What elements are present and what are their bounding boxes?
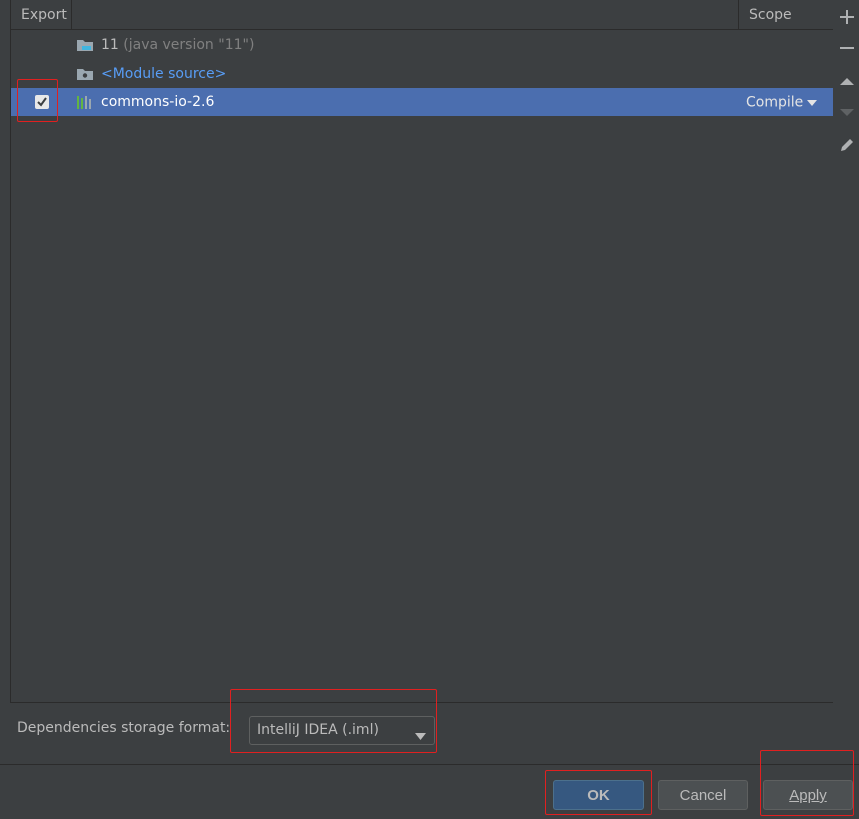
- move-down-icon[interactable]: [837, 102, 857, 122]
- remove-icon[interactable]: [837, 38, 857, 58]
- jdk-folder-icon: [76, 37, 94, 53]
- scope-dropdown[interactable]: Compile: [746, 88, 818, 118]
- highlight-box-apply-button: [760, 750, 854, 816]
- dependency-row-module-source[interactable]: <Module source>: [11, 60, 833, 88]
- scope-column-header[interactable]: Scope: [738, 0, 833, 29]
- jdk-name: 11: [101, 37, 119, 53]
- jdk-version: (java version "11"): [123, 37, 255, 53]
- dependencies-table: Export Scope 11 (java version "11") <Mod…: [10, 0, 833, 703]
- highlight-box-storage-format: [230, 689, 437, 753]
- module-source-label: <Module source>: [101, 66, 227, 82]
- edit-icon[interactable]: [837, 135, 857, 155]
- divider: [0, 764, 859, 765]
- side-toolbar: [834, 0, 859, 702]
- chevron-down-icon: [807, 88, 818, 117]
- export-column-header[interactable]: Export: [11, 0, 72, 29]
- highlight-box-ok-button: [545, 770, 652, 815]
- library-icon: [76, 94, 94, 110]
- add-icon[interactable]: [837, 7, 857, 27]
- library-name: commons-io-2.6: [101, 94, 215, 110]
- storage-format-label: Dependencies storage format:: [17, 720, 231, 736]
- table-header: Export Scope: [11, 0, 833, 30]
- dependency-row-jdk[interactable]: 11 (java version "11"): [11, 31, 833, 59]
- dependency-row-commons-io[interactable]: commons-io-2.6 Compile: [11, 88, 833, 116]
- highlight-box-export-checkbox: [17, 79, 58, 122]
- cancel-button[interactable]: Cancel: [658, 780, 748, 810]
- module-source-folder-icon: [76, 66, 94, 82]
- move-up-icon[interactable]: [837, 72, 857, 92]
- scope-value: Compile: [746, 94, 804, 111]
